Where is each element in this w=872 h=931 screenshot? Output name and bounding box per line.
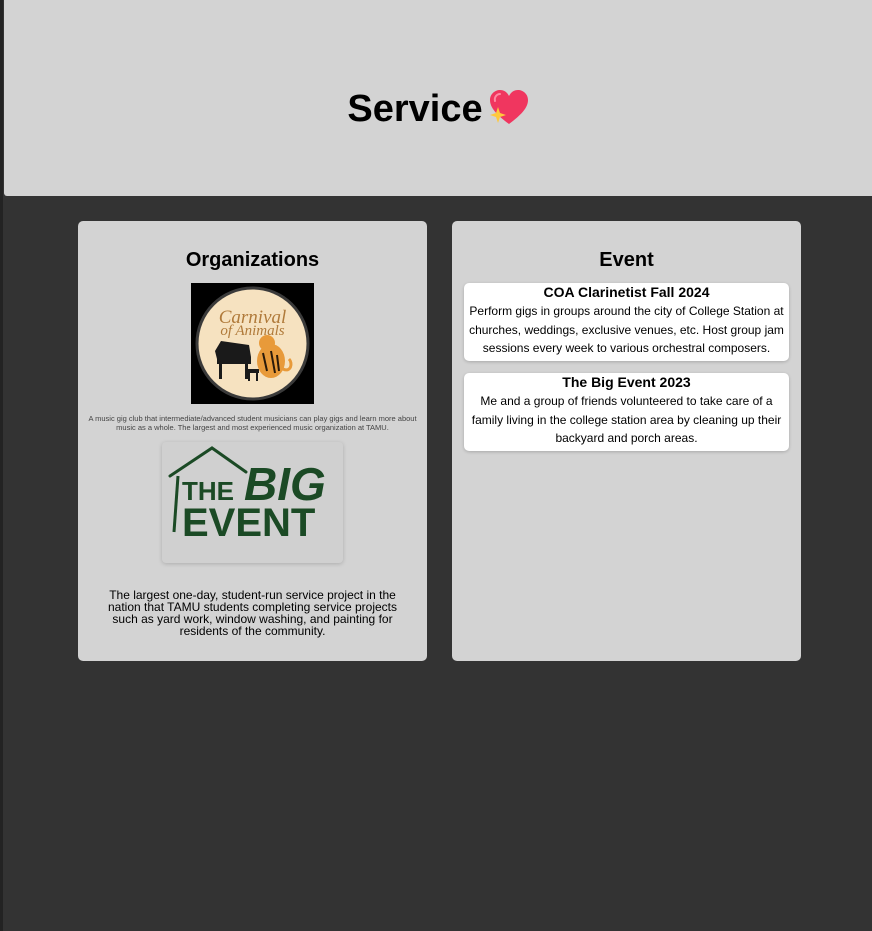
sparkling-heart-icon	[489, 89, 529, 137]
event-title: Event	[599, 249, 654, 271]
event-card-description: Me and a group of friends volunteered to…	[471, 394, 782, 445]
big-logo-event: EVENT	[182, 501, 315, 545]
organizations-panel: Organizations Carnival of Animals A musi…	[78, 221, 427, 661]
window-edge	[0, 0, 3, 931]
event-panel: Event COA Clarinetist Fall 2024 Perform …	[452, 221, 801, 661]
page-title-wrap: Service	[4, 88, 872, 137]
event-card-title: COA Clarinetist Fall 2024	[543, 284, 710, 300]
the-big-event-description: The largest one-day, student-run service…	[107, 588, 398, 638]
organizations-title: Organizations	[185, 249, 320, 271]
event-card-title: The Big Event 2023	[562, 374, 691, 390]
page-title: Service	[347, 88, 483, 130]
carnival-of-animals-logo: Carnival of Animals	[191, 283, 314, 404]
coa-logo-line2: of Animals	[220, 323, 284, 339]
event-card-coa-clarinetist: COA Clarinetist Fall 2024 Perform gigs i…	[464, 283, 789, 361]
event-card-big-event: The Big Event 2023 Me and a group of fri…	[464, 373, 789, 451]
the-big-event-logo: THE BIG EVENT	[162, 442, 343, 563]
carnival-of-animals-description: A music gig club that intermediate/advan…	[88, 414, 417, 432]
page-header: Service	[4, 0, 872, 196]
event-card-description: Perform gigs in groups around the city o…	[469, 304, 784, 355]
